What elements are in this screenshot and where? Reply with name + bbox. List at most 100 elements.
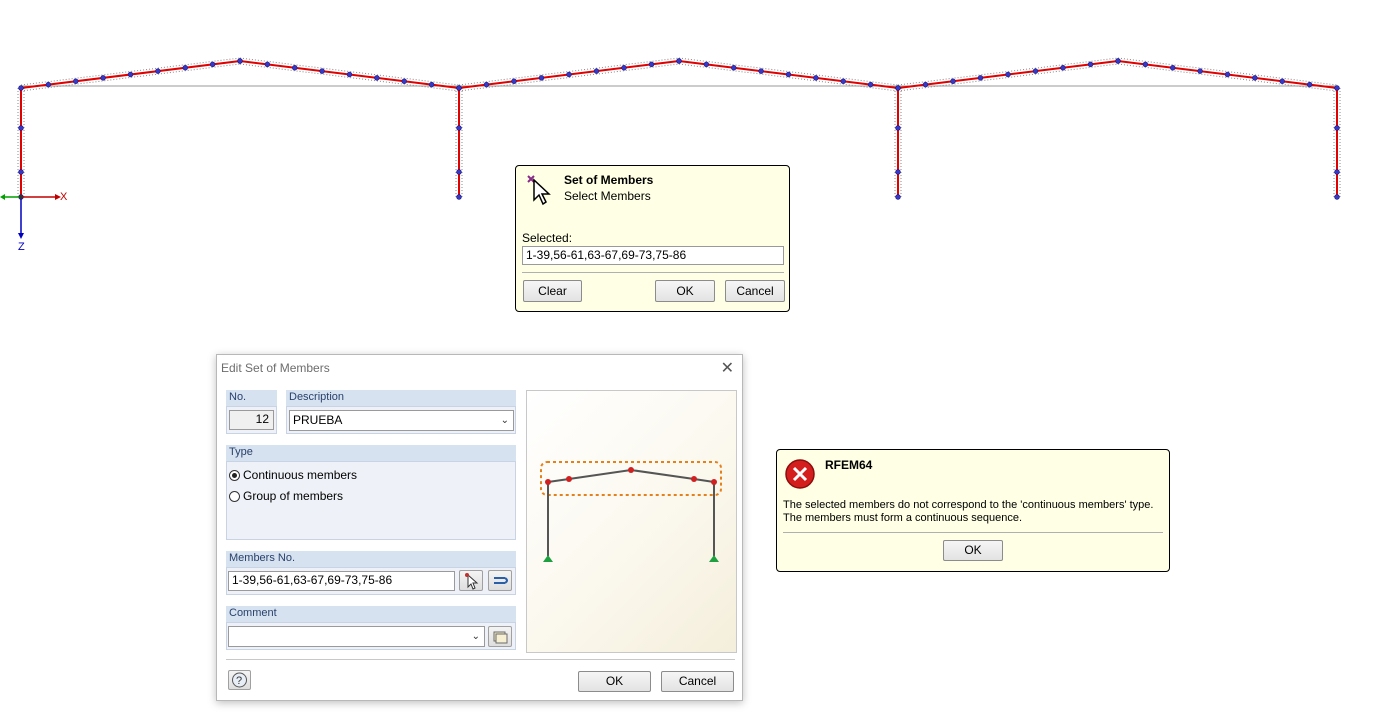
node-point[interactable] — [100, 75, 106, 81]
node-point[interactable] — [1170, 65, 1176, 71]
reverse-icon[interactable] — [488, 570, 512, 591]
radio-group-of-members[interactable]: Group of members — [229, 489, 343, 503]
comment-library-icon[interactable] — [488, 626, 512, 647]
node-point[interactable] — [621, 65, 627, 71]
node-point[interactable] — [977, 75, 984, 81]
dialog-ok-button[interactable]: OK — [578, 671, 651, 692]
close-icon[interactable]: ✕ — [721, 358, 734, 378]
node-point[interactable] — [18, 125, 24, 131]
node-point[interactable] — [895, 125, 901, 131]
error-ok-button[interactable]: OK — [943, 540, 1003, 561]
node-point[interactable] — [401, 78, 407, 84]
node-point[interactable] — [127, 71, 134, 78]
edit-set-of-members-dialog: Edit Set of Members ✕ No. 12 Description… — [216, 354, 743, 701]
selected-label: Selected: — [522, 231, 573, 245]
node-point[interactable] — [1197, 68, 1203, 74]
radio-button[interactable] — [229, 469, 240, 481]
node-point[interactable] — [18, 169, 24, 175]
members-no-label: Members No. — [226, 551, 516, 567]
members-no-input[interactable]: 1-39,56-61,63-67,69-73,75-86 — [228, 571, 455, 591]
node-point[interactable] — [456, 169, 462, 175]
node-point[interactable] — [1060, 65, 1066, 71]
coordinate-axes-icon — [0, 194, 61, 239]
node-point[interactable] — [511, 78, 517, 84]
node-point[interactable] — [676, 58, 682, 64]
node-point[interactable] — [346, 71, 353, 78]
radio-label: Continuous members — [243, 468, 358, 482]
node-point[interactable] — [1087, 61, 1094, 68]
node-point[interactable] — [209, 61, 216, 68]
node-point[interactable] — [1252, 75, 1258, 81]
node-point[interactable] — [428, 81, 435, 88]
node-point[interactable] — [1306, 81, 1313, 88]
node-point[interactable] — [813, 75, 819, 81]
comment-combo[interactable]: ⌄ — [228, 626, 485, 647]
node-point[interactable] — [483, 81, 490, 88]
node-point[interactable] — [456, 85, 462, 91]
pick-members-icon[interactable] — [459, 570, 483, 591]
description-combo[interactable]: PRUEBA ⌄ — [289, 410, 514, 431]
node-point[interactable] — [1224, 71, 1231, 78]
clear-button[interactable]: Clear — [523, 280, 582, 302]
node-point[interactable] — [1334, 194, 1340, 200]
radio-button[interactable] — [229, 490, 240, 502]
member-outline — [20, 63, 241, 92]
node-point[interactable] — [731, 65, 737, 71]
node-point[interactable] — [237, 58, 243, 64]
member-outline — [897, 63, 1119, 92]
selected-members-input[interactable]: 1-39,56-61,63-67,69-73,75-86 — [522, 246, 784, 265]
node-point[interactable] — [566, 71, 572, 78]
node-point[interactable] — [264, 61, 271, 68]
node-point[interactable] — [182, 65, 188, 71]
node-point[interactable] — [593, 68, 600, 74]
node-point[interactable] — [155, 68, 161, 74]
panel-divider — [522, 272, 784, 273]
node-point[interactable] — [758, 68, 764, 74]
node-point[interactable] — [538, 75, 545, 81]
select-members-panel: Set of Members Select Members Selected: … — [515, 165, 790, 312]
node-point[interactable] — [1334, 85, 1340, 91]
help-icon[interactable]: ? — [228, 670, 251, 690]
node-point[interactable] — [292, 65, 298, 71]
node-point[interactable] — [648, 61, 655, 68]
node-point[interactable] — [1115, 58, 1121, 64]
comment-label: Comment — [226, 606, 516, 622]
member-outline — [1117, 63, 1338, 92]
error-message-box: RFEM64 The selected members do not corre… — [776, 449, 1170, 572]
node-point[interactable] — [895, 194, 901, 200]
node-point[interactable] — [840, 78, 846, 84]
node-point[interactable] — [895, 85, 901, 91]
svg-text:?: ? — [236, 675, 242, 687]
node-point[interactable] — [785, 71, 792, 78]
node-point[interactable] — [1334, 169, 1340, 175]
node-point[interactable] — [456, 194, 462, 200]
radio-continuous-members[interactable]: Continuous members — [229, 468, 357, 482]
member-outline — [20, 57, 241, 86]
node-point[interactable] — [867, 81, 874, 88]
node-point[interactable] — [374, 75, 380, 81]
member-outline — [1117, 57, 1338, 86]
node-point[interactable] — [319, 68, 325, 74]
node-point[interactable] — [1279, 78, 1285, 84]
no-field[interactable]: 12 — [229, 410, 274, 430]
node-point[interactable] — [1334, 125, 1340, 131]
node-point[interactable] — [922, 81, 929, 88]
node-point[interactable] — [895, 169, 901, 175]
node-point[interactable] — [703, 61, 710, 68]
type-label: Type — [226, 445, 516, 461]
select-ok-button[interactable]: OK — [655, 280, 715, 302]
node-point[interactable] — [1032, 68, 1039, 74]
node-point[interactable] — [1005, 71, 1011, 78]
node-point[interactable] — [18, 85, 24, 91]
dialog-cancel-button[interactable]: Cancel — [661, 671, 734, 692]
node-point[interactable] — [45, 81, 52, 88]
node-point[interactable] — [456, 125, 462, 131]
no-label: No. — [226, 390, 277, 406]
node-point[interactable] — [1142, 61, 1149, 68]
error-message: The selected members do not correspond t… — [783, 499, 1154, 524]
node-point[interactable] — [950, 78, 956, 84]
node-point[interactable] — [73, 78, 79, 84]
chevron-down-icon: ⌄ — [500, 415, 509, 426]
select-cancel-button[interactable]: Cancel — [725, 280, 785, 302]
member-outline — [458, 63, 680, 92]
